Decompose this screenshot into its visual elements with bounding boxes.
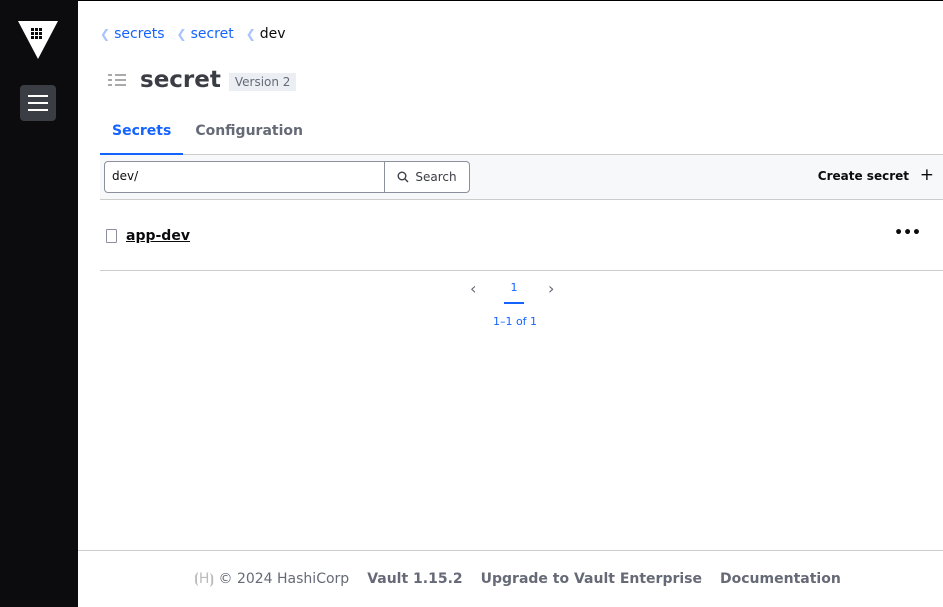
chevron-left-icon: ❮ <box>245 27 256 41</box>
page-header: secret Version 2 <box>108 67 297 93</box>
tabs: Secrets Configuration <box>100 111 943 155</box>
search-icon <box>397 171 409 183</box>
version-badge: Version 2 <box>228 72 297 91</box>
vault-version: Vault 1.15.2 <box>367 571 463 587</box>
breadcrumb: ❮ secrets ❮ secret ❮ dev <box>100 26 286 42</box>
breadcrumb-secrets[interactable]: secrets <box>114 26 164 42</box>
page-1[interactable]: 1 <box>504 281 524 304</box>
main-content: ❮ secrets ❮ secret ❮ dev secret Version 2 S… <box>78 0 943 550</box>
chevron-left-icon: ❮ <box>100 27 111 41</box>
vault-logo-dots <box>31 28 42 39</box>
list-item[interactable]: app-dev ••• <box>100 201 943 271</box>
chevron-left-icon: ❮ <box>176 27 187 41</box>
search-label: Search <box>415 170 457 184</box>
plus-icon: + <box>919 165 934 185</box>
pagination-summary: 1–1 of 1 <box>492 315 538 328</box>
pagination: ‹ 1 › <box>468 279 568 307</box>
page-title: secret <box>140 67 221 93</box>
filter-input[interactable]: dev/ <box>104 161 385 193</box>
breadcrumb-dev: dev <box>259 26 286 42</box>
file-icon <box>106 229 117 243</box>
create-secret-button[interactable]: Create secret <box>818 169 909 183</box>
footer: ⦗H⦘ © 2024 HashiCorp Vault 1.15.2 Upgrad… <box>78 550 943 607</box>
hashicorp-logo-icon: ⦗H⦘ <box>194 571 215 587</box>
copyright: © 2024 HashiCorp <box>218 571 350 587</box>
list-icon <box>108 74 126 86</box>
more-options-icon[interactable]: ••• <box>894 225 921 241</box>
secret-link[interactable]: app-dev <box>126 228 190 244</box>
documentation-link[interactable]: Documentation <box>720 571 841 587</box>
sidebar <box>0 0 78 607</box>
tab-configuration[interactable]: Configuration <box>183 111 315 155</box>
chevron-right-icon[interactable]: › <box>548 279 554 298</box>
create-secret-label: Create secret <box>817 169 909 183</box>
chevron-left-icon[interactable]: ‹ <box>470 279 476 298</box>
upgrade-link[interactable]: Upgrade to Vault Enterprise <box>481 571 702 587</box>
vault-logo-icon[interactable] <box>18 21 58 59</box>
search-button[interactable]: Search <box>384 161 470 193</box>
menu-button[interactable] <box>20 85 56 121</box>
tab-secrets[interactable]: Secrets <box>100 111 184 155</box>
toolbar: dev/ Search Create secret + <box>100 155 943 200</box>
breadcrumb-secret[interactable]: secret <box>191 26 234 42</box>
